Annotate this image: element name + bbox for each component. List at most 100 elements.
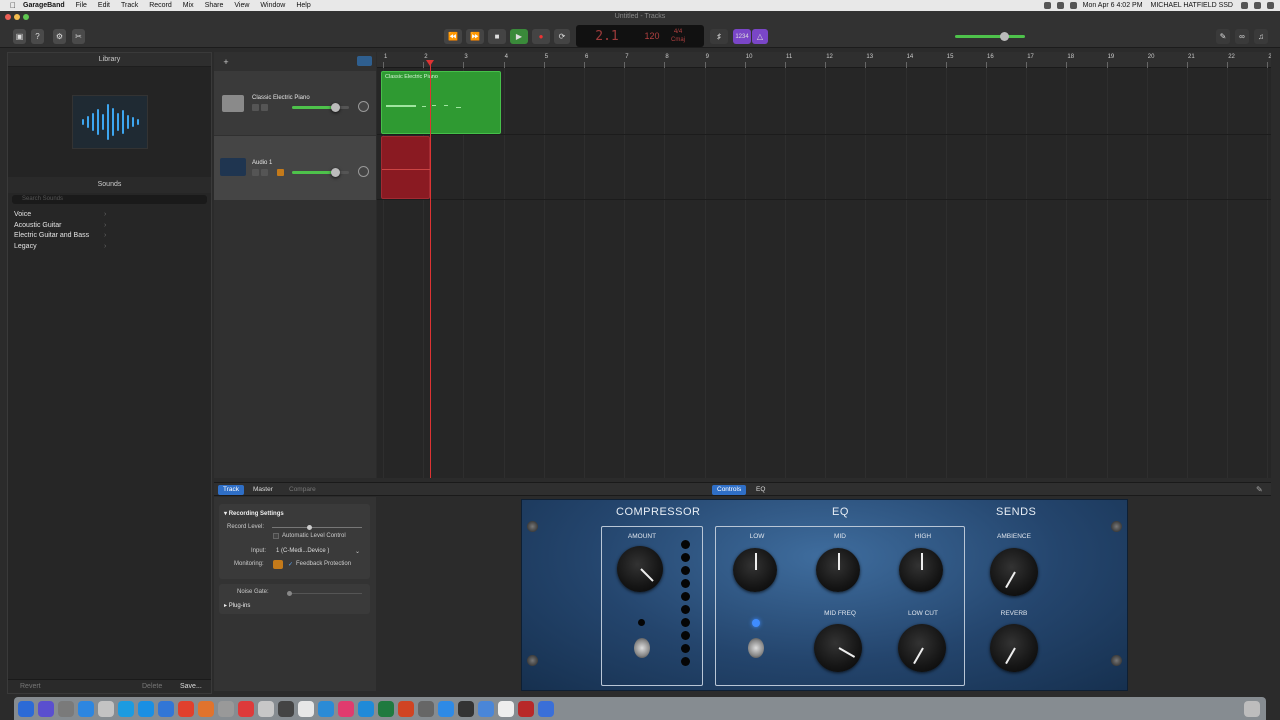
record-level-slider[interactable] — [272, 525, 362, 530]
track-name[interactable]: Audio 1 — [252, 160, 272, 166]
excel-icon[interactable] — [378, 700, 394, 717]
sound-search-input[interactable]: Search Sounds — [12, 195, 207, 204]
pan-knob[interactable] — [358, 101, 369, 112]
volume-icon[interactable] — [1056, 2, 1064, 9]
launchpad-icon[interactable] — [58, 700, 74, 717]
menu-edit[interactable]: Edit — [98, 2, 110, 9]
trash-icon[interactable] — [1244, 700, 1260, 717]
acrobat-icon[interactable] — [518, 700, 534, 717]
feedback-checkbox[interactable]: ✓ — [288, 561, 293, 568]
rewind-button[interactable]: ⏪ — [444, 29, 462, 44]
track-name[interactable]: Classic Electric Piano — [252, 95, 310, 101]
help-button[interactable]: ? — [31, 29, 44, 44]
plugins-header[interactable]: ▸ Plug-ins — [224, 602, 250, 609]
pan-knob[interactable] — [358, 166, 369, 177]
signature-key-display[interactable]: 4/4 Cmaj — [666, 28, 690, 44]
track-header-2[interactable]: Audio 1 — [214, 136, 376, 200]
noise-gate-slider[interactable] — [287, 591, 362, 596]
recording-region[interactable] — [381, 136, 431, 199]
smart-tempo-button[interactable] — [357, 56, 372, 66]
chevron-down-icon[interactable]: ⌄ — [355, 548, 360, 555]
eq-toggle[interactable] — [748, 638, 764, 658]
recording-settings-header[interactable]: ▾ Recording Settings — [224, 510, 284, 517]
mid-freq-knob[interactable] — [814, 624, 862, 672]
garageband-icon[interactable] — [278, 700, 294, 717]
track-volume-slider[interactable] — [292, 168, 349, 177]
menu-share[interactable]: Share — [205, 2, 224, 9]
menu-file[interactable]: File — [76, 2, 87, 9]
record-level-handle[interactable] — [307, 525, 312, 530]
tab-master[interactable]: Master — [248, 485, 278, 495]
metronome-button[interactable]: △ — [752, 29, 768, 44]
downloads-icon[interactable] — [538, 700, 554, 717]
siri-icon[interactable] — [1254, 2, 1261, 9]
mute-icon[interactable] — [252, 169, 259, 176]
menu-view[interactable]: View — [234, 2, 249, 9]
textedit-icon[interactable] — [498, 700, 514, 717]
input-monitoring-icon[interactable] — [277, 169, 284, 176]
save-button[interactable]: Save... — [180, 683, 202, 690]
ruler[interactable]: 1234567891011121314151617181920212223 — [377, 52, 1271, 68]
auto-level-checkbox[interactable] — [273, 533, 279, 539]
calendar-icon[interactable] — [238, 700, 254, 717]
headphones-icon[interactable] — [261, 169, 268, 176]
mid-knob[interactable] — [816, 548, 860, 592]
library-button[interactable]: ▣ — [13, 29, 26, 44]
siri-icon[interactable] — [38, 700, 54, 717]
reverb-knob[interactable] — [990, 624, 1038, 672]
menu-app[interactable]: GarageBand — [23, 2, 65, 9]
itunes-icon[interactable] — [338, 700, 354, 717]
amount-knob[interactable] — [617, 546, 663, 592]
add-track-button[interactable]: + — [220, 57, 232, 67]
edit-pencil-icon[interactable]: ✎ — [1256, 485, 1263, 494]
smart-controls-button[interactable]: ⚙ — [53, 29, 66, 44]
safari-icon[interactable] — [158, 700, 174, 717]
editors-button[interactable]: ✂ — [72, 29, 85, 44]
playhead[interactable] — [430, 62, 431, 478]
firefox-icon[interactable] — [198, 700, 214, 717]
category-voice[interactable]: Voice › — [8, 210, 211, 221]
input-select[interactable]: 1 (C-Medi...Device ) — [276, 548, 329, 554]
lcd-display[interactable]: 2.1 120 4/4 Cmaj — [576, 25, 704, 47]
record-button[interactable]: ● — [532, 29, 550, 44]
tab-eq[interactable]: EQ — [751, 485, 770, 495]
menu-help[interactable]: Help — [296, 2, 310, 9]
mail-icon[interactable] — [318, 700, 334, 717]
menu-user[interactable]: MICHAEL HATFIELD SSD — [1151, 2, 1233, 9]
preview-icon[interactable] — [98, 700, 114, 717]
chrome-alt-icon[interactable] — [178, 700, 194, 717]
menu-track[interactable]: Track — [121, 2, 138, 9]
finder-icon[interactable] — [18, 700, 34, 717]
revert-button[interactable]: Revert — [20, 683, 41, 690]
volume-handle[interactable] — [331, 168, 340, 177]
menu-record[interactable]: Record — [149, 2, 172, 9]
tab-controls[interactable]: Controls — [712, 485, 747, 495]
powerpoint-icon[interactable] — [398, 700, 414, 717]
system-preferences-icon[interactable] — [418, 700, 434, 717]
chrome-icon[interactable] — [118, 700, 134, 717]
notification-center-icon[interactable] — [1267, 2, 1274, 9]
tab-compare[interactable]: Compare — [284, 485, 321, 495]
media-browser-button[interactable]: ♫ — [1254, 29, 1268, 44]
skype-icon[interactable] — [138, 700, 154, 717]
notepad-button[interactable]: ✎ — [1216, 29, 1230, 44]
master-volume-slider[interactable] — [955, 32, 1025, 41]
menu-mix[interactable]: Mix — [183, 2, 194, 9]
zoom-icon[interactable] — [438, 700, 454, 717]
high-knob[interactable] — [899, 548, 943, 592]
apple-menu-icon[interactable]:  — [10, 1, 20, 10]
photos-icon[interactable] — [218, 700, 234, 717]
word-icon[interactable] — [358, 700, 374, 717]
tempo-display[interactable]: 120 — [638, 31, 666, 41]
low-cut-knob[interactable] — [898, 624, 946, 672]
master-volume-handle[interactable] — [1000, 32, 1009, 41]
folder-icon[interactable] — [478, 700, 494, 717]
stop-button[interactable]: ■ — [488, 29, 506, 44]
compressor-toggle[interactable] — [634, 638, 650, 658]
monitoring-button[interactable] — [273, 560, 283, 569]
spotlight-icon[interactable] — [1241, 2, 1248, 9]
play-button[interactable]: ▶ — [510, 29, 528, 44]
menu-window[interactable]: Window — [260, 2, 285, 9]
loop-browser-button[interactable]: ∞ — [1235, 29, 1249, 44]
low-knob[interactable] — [733, 548, 777, 592]
